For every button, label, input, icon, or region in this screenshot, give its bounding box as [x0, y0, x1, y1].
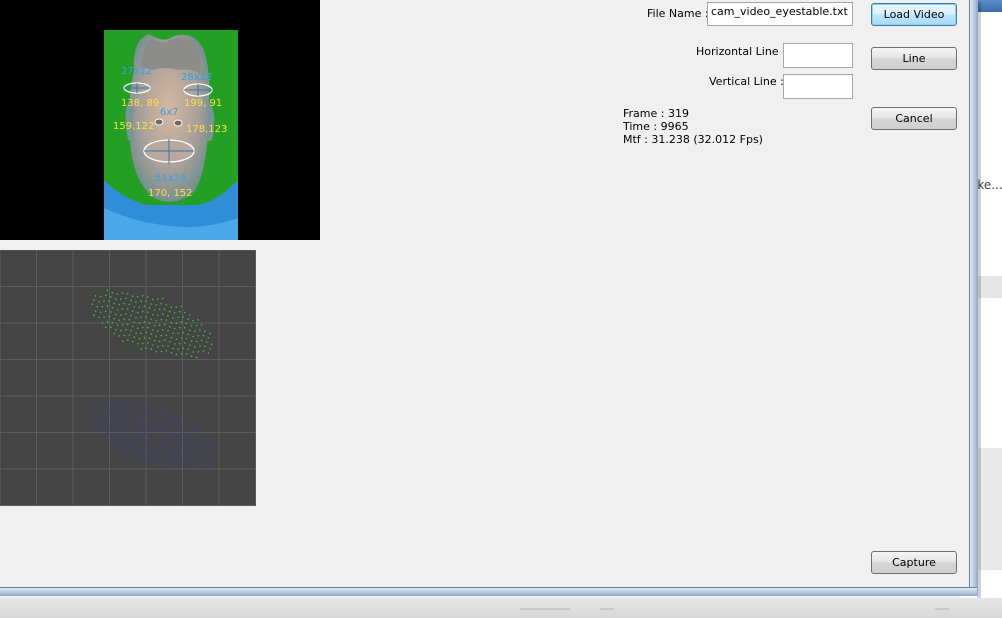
mtf-readout: Mtf : 31.238 (32.012 Fps) — [623, 133, 763, 146]
file-name-field[interactable]: cam_video_eyestable.txt — [707, 2, 853, 26]
mouth-position-label: 170, 152 — [148, 188, 193, 199]
right-eye-size-label: 28x12 — [181, 72, 213, 83]
cancel-button[interactable]: Cancel — [871, 107, 957, 130]
line-button[interactable]: Line — [871, 47, 957, 70]
face-frame — [104, 30, 238, 240]
taskbar-strip — [0, 598, 1002, 618]
main-dialog: 27x12 28x12 138, 89 199, 91 6x7 159,122 … — [0, 0, 974, 592]
window-frame-right — [969, 0, 978, 596]
vertical-line-label: Vertical Line : — [709, 75, 784, 88]
vertical-line-field[interactable] — [783, 74, 853, 99]
left-nostril-position-label: 159,122 — [113, 121, 155, 132]
horizontal-line-label: Horizontal Line : — [696, 45, 786, 58]
capture-button[interactable]: Capture — [871, 551, 957, 574]
frame-readout: Frame : 319 — [623, 107, 689, 120]
window-frame-bottom — [0, 587, 977, 596]
right-nostril-position-label: 178,123 — [186, 124, 228, 135]
horizontal-line-field[interactable] — [783, 43, 853, 68]
mouth-size-label: 51x24 — [155, 173, 187, 184]
face-image — [104, 30, 238, 240]
right-eye-position-label: 199, 91 — [184, 98, 223, 109]
video-preview: 27x12 28x12 138, 89 199, 91 6x7 159,122 … — [0, 0, 320, 240]
nose-size-label: 6x7 — [160, 107, 179, 118]
load-video-button[interactable]: Load Video — [871, 3, 957, 26]
3d-point-cloud-view[interactable] — [0, 250, 256, 506]
time-readout: Time : 9965 — [623, 120, 689, 133]
left-eye-position-label: 138, 89 — [121, 98, 160, 109]
point-cloud-canvas — [0, 250, 256, 506]
file-name-label: File Name : — [647, 7, 709, 20]
left-eye-size-label: 27x12 — [121, 66, 153, 77]
